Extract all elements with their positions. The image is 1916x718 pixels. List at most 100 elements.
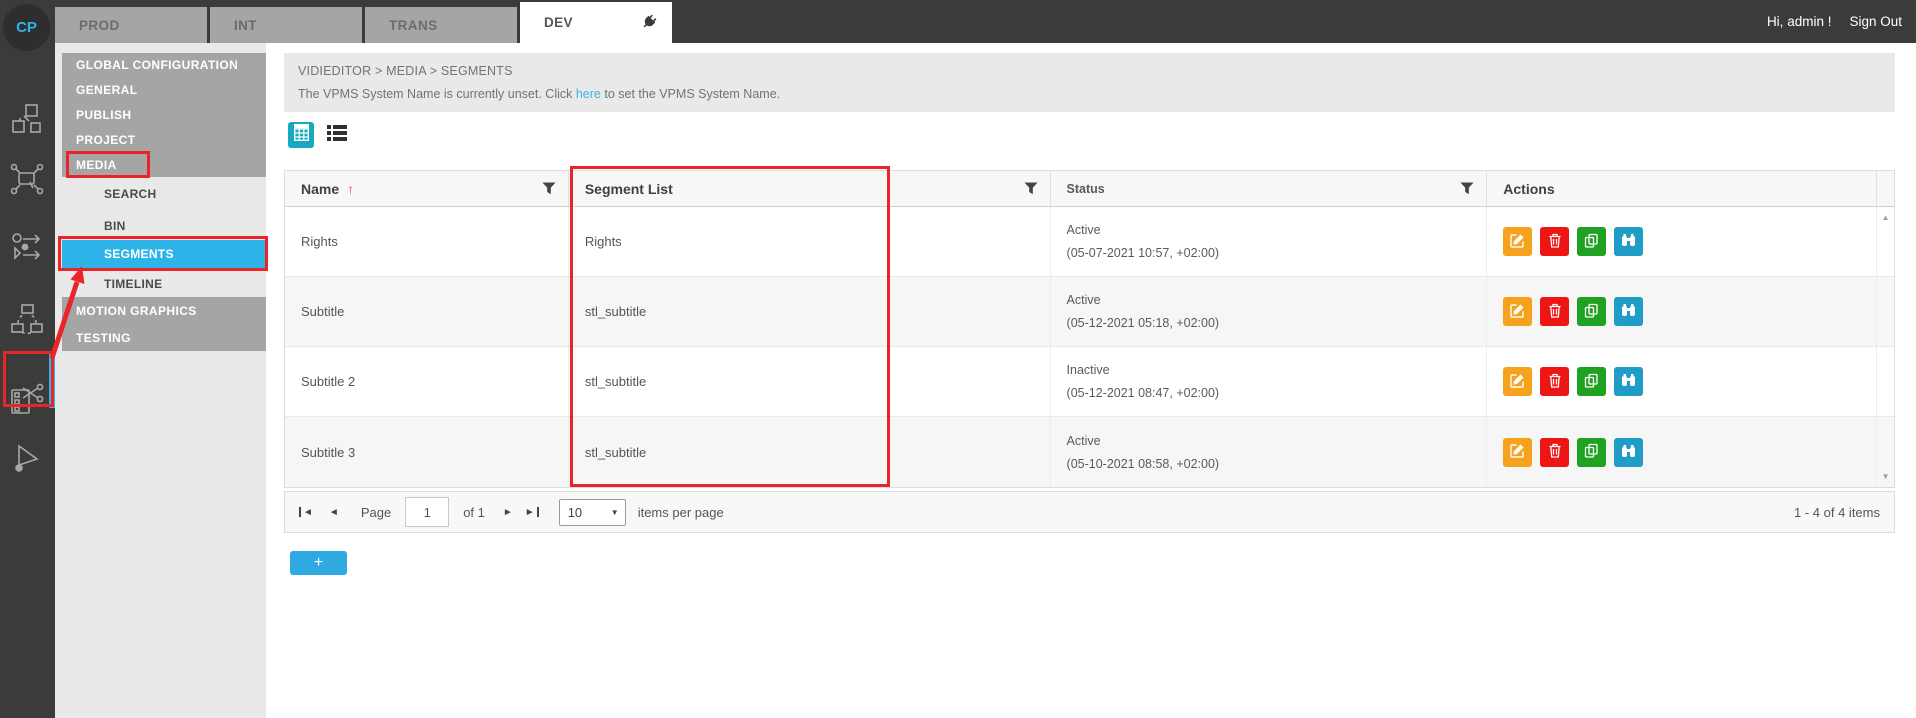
items-range-label: 1 - 4 of 4 items (1794, 505, 1880, 520)
nav-item-project[interactable]: PROJECT (62, 133, 266, 147)
tab-dev-label: DEV (544, 15, 641, 30)
grid-view-button[interactable] (288, 122, 314, 148)
delete-button[interactable] (1540, 227, 1569, 256)
previous-page-button[interactable]: ◄ (329, 507, 339, 518)
table-scrollbar[interactable]: ▼ (1877, 417, 1894, 487)
delete-icon (1548, 233, 1562, 251)
delete-button[interactable] (1540, 297, 1569, 326)
copy-button[interactable] (1577, 367, 1606, 396)
binoculars-icon (1621, 303, 1636, 320)
notice-text-after: to set the VPMS System Name. (601, 87, 780, 101)
last-page-button[interactable]: ► (525, 507, 539, 518)
table-row[interactable]: Subtitle 3 stl_subtitle Active (05-10-20… (285, 417, 1894, 487)
nav-item-timeline[interactable]: TIMELINE (62, 270, 266, 298)
tab-dev[interactable]: DEV (520, 2, 672, 43)
copy-icon (1584, 443, 1599, 461)
nav-item-publish[interactable]: PUBLISH (62, 108, 266, 122)
delete-button[interactable] (1540, 438, 1569, 467)
delete-icon (1548, 303, 1562, 321)
filter-funnel-icon[interactable] (542, 182, 556, 195)
first-page-button[interactable]: ◄ (299, 507, 313, 518)
copy-button[interactable] (1577, 438, 1606, 467)
status-value: Active (1067, 223, 1101, 237)
video-editor-scissors-icon[interactable] (8, 380, 46, 418)
status-value: Active (1067, 434, 1101, 448)
copy-button[interactable] (1577, 227, 1606, 256)
edit-icon (1510, 443, 1525, 461)
app-window: PROD INT TRANS DEV Hi, admin ! Sign Out … (0, 0, 1916, 718)
distribution-icon[interactable] (8, 300, 46, 338)
tab-int[interactable]: INT (210, 7, 362, 43)
plus-icon: + (314, 552, 323, 574)
main-content: VIDIEDITOR > MEDIA > SEGMENTS The VPMS S… (266, 43, 1916, 718)
network-integration-icon[interactable] (8, 160, 46, 198)
column-header-actions: Actions (1487, 171, 1877, 206)
filter-funnel-icon[interactable] (1024, 182, 1038, 195)
add-segment-button[interactable]: + (290, 551, 347, 575)
nav-item-segments[interactable]: SEGMENTS (62, 240, 266, 268)
scrollbar-down-icon[interactable]: ▼ (1877, 472, 1894, 481)
list-view-button[interactable] (326, 125, 348, 145)
table-row[interactable]: Subtitle stl_subtitle Active (05-12-2021… (285, 277, 1894, 347)
nav-item-motion-graphics[interactable]: MOTION GRAPHICS (62, 304, 266, 318)
nav-item-global-configuration[interactable]: GLOBAL CONFIGURATION (62, 58, 266, 72)
items-per-page-select[interactable]: 10 ▼ (559, 499, 626, 526)
table-scrollbar[interactable]: ▲ (1877, 207, 1894, 276)
status-value: Inactive (1067, 363, 1110, 377)
binoculars-icon (1621, 233, 1636, 250)
status-value: Active (1067, 293, 1101, 307)
nav-item-general[interactable]: GENERAL (62, 83, 266, 97)
column-header-segment-list[interactable]: Segment List (569, 171, 1051, 206)
nav-item-search[interactable]: SEARCH (62, 179, 266, 209)
edit-button[interactable] (1503, 438, 1532, 467)
delete-button[interactable] (1540, 367, 1569, 396)
table-scrollbar-header-gap (1877, 171, 1894, 206)
copy-button[interactable] (1577, 297, 1606, 326)
player-flag-icon[interactable] (8, 440, 46, 478)
modules-cubes-icon[interactable] (8, 100, 46, 138)
filter-funnel-icon[interactable] (1460, 182, 1474, 195)
copy-icon (1584, 373, 1599, 391)
cp-logo[interactable]: CP (3, 4, 50, 51)
page-number-input[interactable] (405, 497, 449, 527)
top-bar: PROD INT TRANS DEV Hi, admin ! Sign Out (0, 0, 1916, 43)
table-row[interactable]: Rights Rights Active (05-07-2021 10:57, … (285, 207, 1894, 277)
next-page-button[interactable]: ► (503, 507, 513, 518)
nav-item-testing[interactable]: TESTING (62, 331, 266, 345)
header-panel: VIDIEDITOR > MEDIA > SEGMENTS The VPMS S… (284, 53, 1895, 112)
next-page-icon: ► (503, 507, 513, 518)
tab-prod[interactable]: PROD (55, 7, 207, 43)
table-scrollbar[interactable] (1877, 347, 1894, 416)
view-button[interactable] (1614, 297, 1643, 326)
view-button[interactable] (1614, 438, 1643, 467)
nav-item-media[interactable]: MEDIA (62, 158, 266, 172)
column-header-status[interactable]: Status (1051, 171, 1488, 206)
page-of-label: of 1 (463, 505, 485, 520)
previous-page-icon: ◄ (329, 507, 339, 518)
edit-icon (1510, 303, 1525, 321)
table-row[interactable]: Subtitle 2 stl_subtitle Inactive (05-12-… (285, 347, 1894, 417)
cell-actions (1487, 347, 1877, 416)
tab-trans[interactable]: TRANS (365, 7, 517, 43)
edit-button[interactable] (1503, 367, 1532, 396)
delete-icon (1548, 443, 1562, 461)
cell-segment-list: stl_subtitle (569, 347, 1051, 416)
notice-here-link[interactable]: here (576, 87, 601, 101)
edit-button[interactable] (1503, 227, 1532, 256)
sign-out-link[interactable]: Sign Out (1849, 14, 1902, 29)
breadcrumb: VIDIEDITOR > MEDIA > SEGMENTS (298, 64, 1881, 78)
table-scrollbar[interactable] (1877, 277, 1894, 346)
view-button[interactable] (1614, 227, 1643, 256)
segments-table: Name ↑ Segment List Status Actions (284, 170, 1895, 488)
scrollbar-up-icon[interactable]: ▲ (1877, 213, 1894, 222)
cell-name: Subtitle (285, 277, 569, 346)
edit-button[interactable] (1503, 297, 1532, 326)
column-header-name[interactable]: Name ↑ (285, 171, 569, 206)
list-view-icon (327, 124, 347, 146)
workflow-shuffle-icon[interactable] (8, 228, 46, 266)
nav-item-bin[interactable]: BIN (62, 211, 266, 241)
edit-icon (1510, 233, 1525, 251)
status-date: (05-12-2021 08:47, +02:00) (1067, 386, 1220, 400)
view-button[interactable] (1614, 367, 1643, 396)
table-header: Name ↑ Segment List Status Actions (285, 171, 1894, 207)
